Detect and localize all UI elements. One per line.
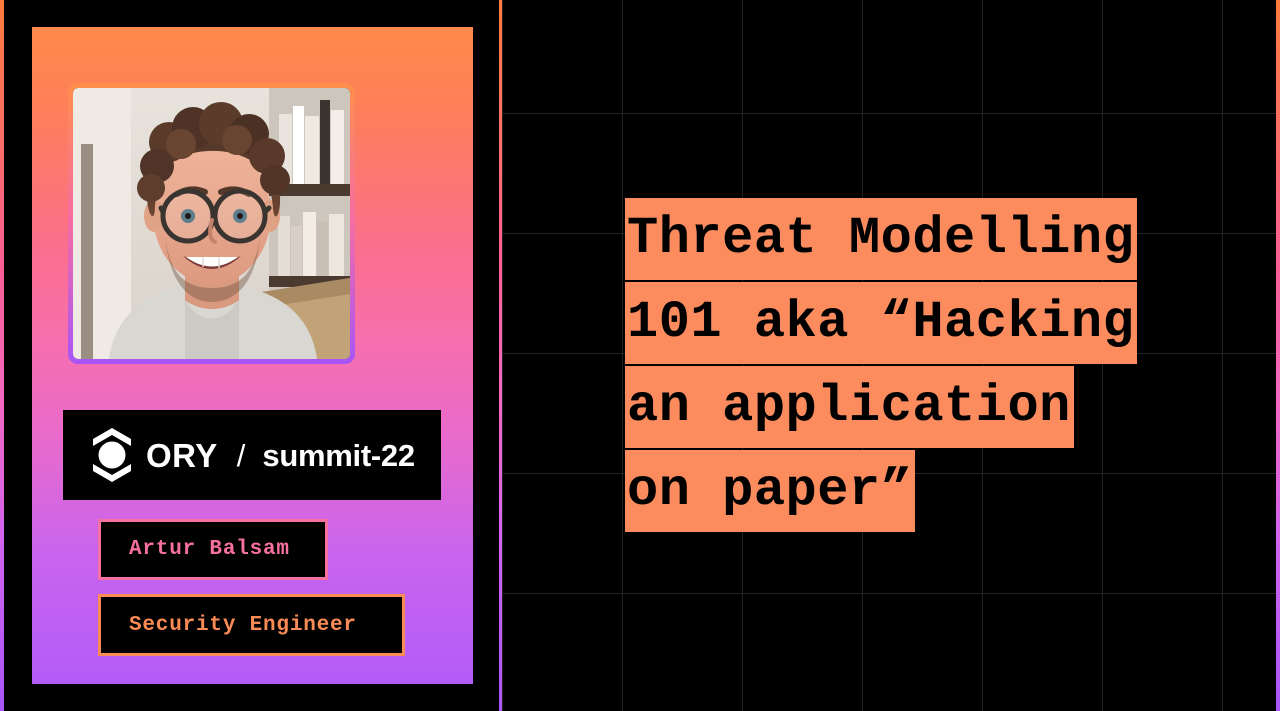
slide-title: Threat Modelling 101 aka “Hacking an app… xyxy=(625,198,1138,534)
speaker-card: ORY / summit-22 Artur Balsam Security En… xyxy=(32,27,473,684)
gradient-rail-divider xyxy=(499,0,502,711)
event-label: summit-22 xyxy=(262,437,415,473)
gradient-rail-right xyxy=(1276,0,1280,711)
speaker-pane: ORY / summit-22 Artur Balsam Security En… xyxy=(0,0,500,711)
title-line-4: on paper” xyxy=(625,450,916,532)
gradient-rail-left xyxy=(0,0,4,711)
ory-brand-label: ORY xyxy=(146,436,218,474)
presentation-slide: ORY / summit-22 Artur Balsam Security En… xyxy=(0,0,1280,711)
title-line-3: an application xyxy=(625,366,1074,448)
avatar-frame xyxy=(68,83,355,364)
speaker-name: Artur Balsam xyxy=(129,538,290,561)
title-line-1: Threat Modelling xyxy=(625,198,1138,280)
ory-summit-logo-bar: ORY / summit-22 xyxy=(63,410,441,500)
avatar xyxy=(73,88,350,359)
ory-logo-mark xyxy=(93,428,131,482)
title-pane: Threat Modelling 101 aka “Hacking an app… xyxy=(502,0,1280,711)
title-line-2: 101 aka “Hacking xyxy=(625,282,1138,364)
speaker-name-chip: Artur Balsam xyxy=(98,519,328,580)
speaker-role-chip: Security Engineer xyxy=(98,594,405,656)
speaker-role: Security Engineer xyxy=(129,613,357,637)
logo-separator: / xyxy=(236,437,246,473)
